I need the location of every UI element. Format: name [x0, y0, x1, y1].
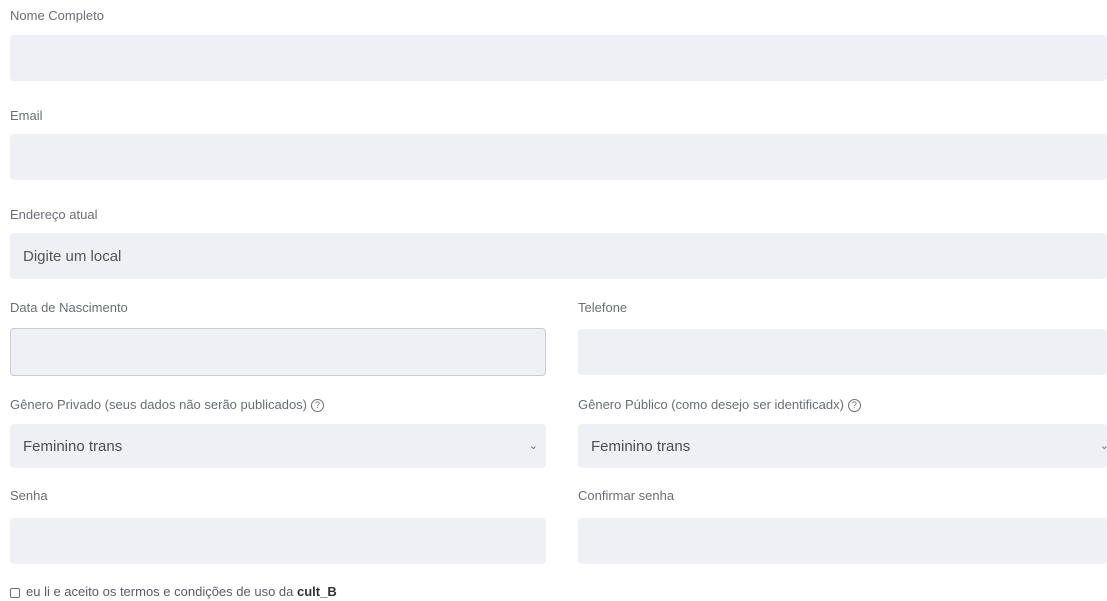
terms-label: eu li e aceito os termos e condições de … [26, 584, 294, 599]
question-circle-icon[interactable]: ? [311, 399, 325, 412]
full-name-input[interactable] [10, 35, 1107, 81]
gender-public-select[interactable]: Feminino trans ⌄ [578, 424, 1107, 468]
terms-checkbox[interactable] [10, 588, 20, 598]
password-confirm-label: Confirmar senha [578, 488, 675, 503]
birth-date-input[interactable] [10, 328, 546, 376]
email-label: Email [10, 108, 43, 123]
gender-private-selected: Feminino trans [23, 437, 123, 455]
email-input[interactable] [10, 134, 1107, 180]
terms-brand: cult_B [297, 584, 337, 599]
address-input[interactable]: Digite um local [10, 233, 1107, 279]
terms-text: eu li e aceito os termos e condições de … [26, 584, 337, 599]
gender-private-select[interactable]: Feminino trans ⌄ [10, 424, 546, 468]
birth-date-label: Data de Nascimento [10, 300, 128, 315]
gender-public-selected: Feminino trans [591, 437, 691, 455]
phone-input[interactable] [578, 329, 1107, 375]
phone-label: Telefone [578, 300, 628, 315]
chevron-down-icon: ⌄ [528, 439, 538, 452]
gender-private-label-text: Gênero Privado (seus dados não serão pub… [10, 397, 308, 412]
password-input[interactable] [10, 518, 546, 564]
full-name-label: Nome Completo [10, 8, 104, 23]
gender-public-label-text: Gênero Público (como desejo ser identifi… [578, 397, 844, 412]
chevron-down-icon: ⌄ [1099, 439, 1107, 452]
gender-public-label: Gênero Público (como desejo ser identifi… [578, 397, 861, 412]
question-circle-icon[interactable]: ? [847, 399, 861, 412]
gender-private-label: Gênero Privado (seus dados não serão pub… [10, 397, 325, 412]
address-label: Endereço atual [10, 207, 98, 222]
password-label: Senha [10, 488, 48, 503]
password-confirm-input[interactable] [578, 518, 1107, 564]
